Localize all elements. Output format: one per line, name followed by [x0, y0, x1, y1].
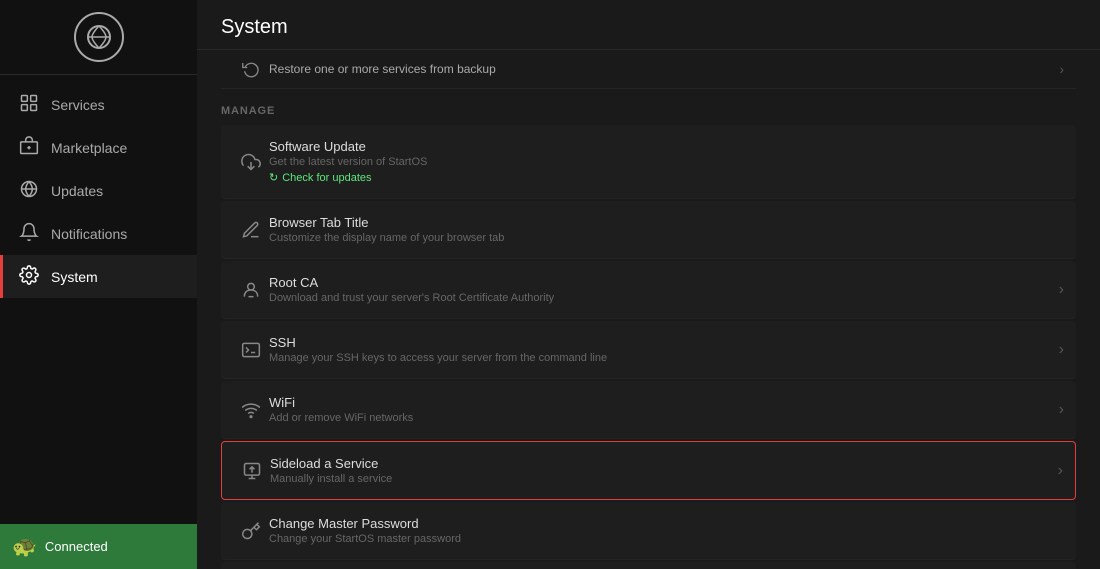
app-logo	[74, 12, 124, 62]
grid-icon	[19, 93, 39, 116]
refresh-icon: ↻	[269, 171, 278, 184]
browser-tab-title-content: Browser Tab Title Customize the display …	[269, 215, 1064, 244]
turtle-icon: 🐢	[12, 534, 37, 559]
restore-chevron-icon: ›	[1059, 61, 1064, 77]
sideload-content: Sideload a Service Manually install a se…	[270, 456, 1050, 485]
restore-backup-item[interactable]: Restore one or more services from backup…	[221, 50, 1076, 89]
page-title: System	[221, 16, 1076, 39]
ssh-icon	[233, 340, 269, 360]
sidebar-logo	[0, 0, 197, 75]
change-master-password-title: Change Master Password	[269, 516, 1064, 531]
root-ca-desc: Download and trust your server's Root Ce…	[269, 292, 1051, 304]
wifi-content: WiFi Add or remove WiFi networks	[269, 395, 1051, 424]
sideload-chevron-icon: ›	[1050, 462, 1063, 480]
check-for-updates-link[interactable]: ↻ Check for updates	[269, 171, 1064, 184]
key-icon	[233, 521, 269, 541]
sidebar-item-marketplace[interactable]: Marketplace	[0, 126, 197, 169]
experimental-features-item[interactable]: Experimental Features Try out new and po…	[221, 562, 1076, 569]
software-update-content: Software Update Get the latest version o…	[269, 139, 1064, 184]
root-ca-title: Root CA	[269, 275, 1051, 290]
browser-tab-title-desc: Customize the display name of your brows…	[269, 232, 1064, 244]
sidebar: Services Marketplace	[0, 0, 197, 569]
sidebar-item-label: Marketplace	[51, 140, 127, 156]
manage-section-label: MANAGE	[221, 89, 1076, 125]
ssh-chevron-icon: ›	[1051, 341, 1064, 359]
sidebar-nav: Services Marketplace	[0, 75, 197, 524]
wifi-icon	[233, 400, 269, 420]
wifi-item[interactable]: WiFi Add or remove WiFi networks ›	[221, 381, 1076, 439]
pencil-icon	[233, 220, 269, 240]
sidebar-item-updates[interactable]: Updates	[0, 169, 197, 212]
wifi-desc: Add or remove WiFi networks	[269, 412, 1051, 424]
restore-backup-label: Restore one or more services from backup	[269, 62, 1059, 76]
bell-icon	[19, 222, 39, 245]
ssh-item[interactable]: SSH Manage your SSH keys to access your …	[221, 321, 1076, 379]
sidebar-item-services[interactable]: Services	[0, 83, 197, 126]
sidebar-item-system[interactable]: System	[0, 255, 197, 298]
root-ca-item[interactable]: Root CA Download and trust your server's…	[221, 261, 1076, 319]
change-master-password-item[interactable]: Change Master Password Change your Start…	[221, 502, 1076, 560]
store-icon	[19, 136, 39, 159]
change-master-password-content: Change Master Password Change your Start…	[269, 516, 1064, 545]
check-updates-label: Check for updates	[282, 172, 371, 184]
globe-icon	[19, 179, 39, 202]
ssh-title: SSH	[269, 335, 1051, 350]
main-header: System	[197, 0, 1100, 50]
wifi-chevron-icon: ›	[1051, 401, 1064, 419]
ssh-desc: Manage your SSH keys to access your serv…	[269, 352, 1051, 364]
connection-status-label: Connected	[45, 539, 108, 554]
sidebar-item-notifications[interactable]: Notifications	[0, 212, 197, 255]
software-update-title: Software Update	[269, 139, 1064, 154]
sideload-service-item[interactable]: Sideload a Service Manually install a se…	[221, 441, 1076, 500]
sideload-title: Sideload a Service	[270, 456, 1050, 471]
sidebar-item-label: Notifications	[51, 226, 127, 242]
software-update-desc: Get the latest version of StartOS	[269, 156, 1064, 168]
main-content: Restore one or more services from backup…	[197, 50, 1100, 569]
sidebar-item-label: Updates	[51, 183, 103, 199]
sidebar-item-label: Services	[51, 97, 105, 113]
browser-tab-title-label: Browser Tab Title	[269, 215, 1064, 230]
restore-icon	[233, 60, 269, 78]
wifi-title: WiFi	[269, 395, 1051, 410]
change-master-password-desc: Change your StartOS master password	[269, 533, 1064, 545]
root-ca-chevron-icon: ›	[1051, 281, 1064, 299]
gear-icon	[19, 265, 39, 288]
browser-tab-title-item[interactable]: Browser Tab Title Customize the display …	[221, 201, 1076, 259]
sideload-icon	[234, 461, 270, 481]
ssh-content: SSH Manage your SSH keys to access your …	[269, 335, 1051, 364]
root-ca-content: Root CA Download and trust your server's…	[269, 275, 1051, 304]
sidebar-item-label: System	[51, 269, 98, 285]
main-panel: System Restore one or more services from…	[197, 0, 1100, 569]
software-update-item[interactable]: Software Update Get the latest version o…	[221, 125, 1076, 199]
download-icon	[233, 152, 269, 172]
certificate-icon	[233, 280, 269, 300]
connection-status-bar: 🐢 Connected	[0, 524, 197, 569]
sideload-desc: Manually install a service	[270, 473, 1050, 485]
